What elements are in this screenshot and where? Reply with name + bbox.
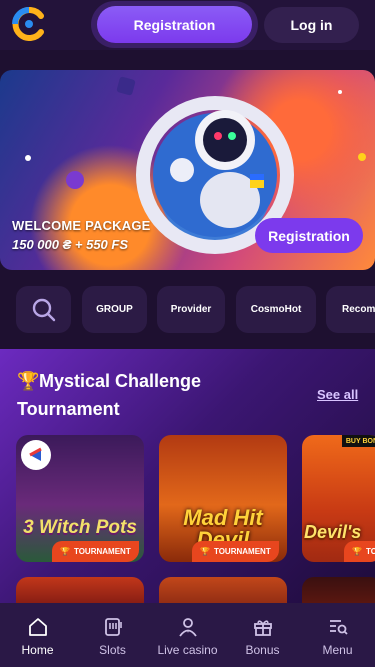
top-header: Registration Log in	[0, 0, 375, 50]
menu-search-icon	[329, 620, 348, 635]
banner-title: WELCOME PACKAGE	[12, 218, 151, 233]
nav-label: Home	[21, 643, 54, 657]
game-card[interactable]: BUY BON Devil's 🏆 TO	[302, 435, 375, 562]
nav-bonus[interactable]: Bonus	[225, 603, 300, 667]
tournament-section: 🏆Mystical Challenge Tournament See all 3…	[0, 349, 375, 603]
chip-provider[interactable]: Provider	[157, 286, 225, 333]
game-title: 3 Witch Pots	[23, 517, 137, 538]
welcome-banner[interactable]: WELCOME PACKAGE 150 000 ₴ + 550 FS Regis…	[0, 70, 375, 270]
registration-button-wrap: Registration	[91, 1, 258, 48]
category-chips: GROUP Provider CosmoHot Recom	[0, 281, 375, 339]
nav-live-casino[interactable]: Live casino	[150, 603, 225, 667]
game-title: Devil's	[304, 522, 362, 542]
game-card[interactable]: 3 Witch Pots 🏆 TOURNAMENT	[16, 435, 144, 562]
tournament-title-line2: Tournament	[17, 399, 120, 419]
slots-icon	[104, 618, 122, 636]
tournament-tag-label: TOURNAMENT	[73, 547, 131, 556]
bottom-navigation: Home Slots Live casino Bonus Menu	[0, 603, 375, 667]
nav-home[interactable]: Home	[0, 603, 75, 667]
login-button[interactable]: Log in	[264, 7, 359, 43]
tournament-tag: 🏆 TO	[344, 541, 375, 562]
tournament-tag: 🏆 TOURNAMENT	[192, 541, 279, 562]
home-icon	[28, 618, 47, 636]
buy-bonus-badge: BUY BON	[341, 435, 375, 447]
search-chip[interactable]	[16, 286, 71, 333]
registration-button[interactable]: Registration	[97, 6, 252, 43]
gift-icon	[253, 620, 272, 636]
see-all-link[interactable]: See all	[317, 387, 358, 402]
banner-subtitle: 150 000 ₴ + 550 FS	[12, 237, 129, 252]
nav-label: Bonus	[245, 643, 280, 657]
tournament-tag-label: TOURNAMENT	[213, 547, 271, 556]
trophy-icon: 🏆	[60, 547, 70, 556]
chip-group[interactable]: GROUP	[82, 286, 147, 333]
banner-registration-button[interactable]: Registration	[255, 218, 363, 253]
dealer-icon	[178, 618, 197, 637]
trophy-icon: 🏆	[200, 547, 210, 556]
game-card[interactable]: Mad Hit Devil 🏆 TOURNAMENT	[159, 435, 287, 562]
trophy-icon: 🏆	[17, 371, 40, 391]
chip-recommended[interactable]: Recom	[326, 286, 375, 333]
tournament-tag-label: TO	[365, 547, 375, 556]
game-card-partial[interactable]	[302, 577, 375, 603]
tournament-tag: 🏆 TOURNAMENT	[52, 541, 139, 562]
nav-menu[interactable]: Menu	[300, 603, 375, 667]
nav-label: Menu	[322, 643, 353, 657]
tournament-title-line1: Mystical Challenge	[39, 371, 202, 391]
trophy-icon: 🏆	[352, 547, 362, 556]
game-card-partial[interactable]	[16, 577, 144, 603]
nav-slots[interactable]: Slots	[75, 603, 150, 667]
nav-label: Live casino	[157, 643, 218, 657]
provider-logo-icon	[21, 440, 51, 470]
tournament-title: 🏆Mystical Challenge Tournament	[17, 367, 277, 423]
chip-cosmohot[interactable]: CosmoHot	[236, 286, 316, 333]
nav-label: Slots	[99, 643, 126, 657]
cosmolot-logo-icon[interactable]	[12, 7, 46, 41]
game-card-partial[interactable]	[159, 577, 287, 603]
search-icon	[32, 298, 55, 321]
